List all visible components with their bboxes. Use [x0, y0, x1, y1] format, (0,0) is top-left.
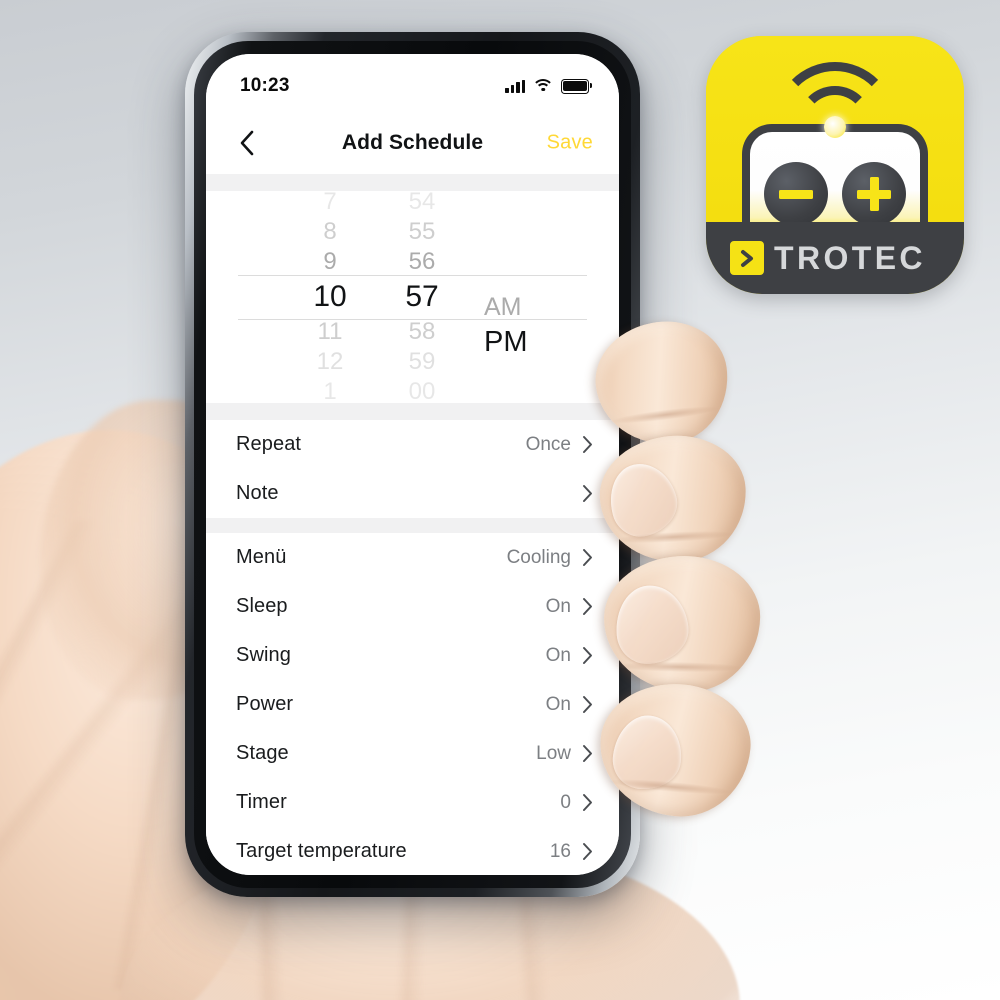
picker-item[interactable]: 12 — [317, 347, 344, 377]
row-value: On — [545, 644, 571, 666]
status-bar: 10:23 — [206, 54, 619, 112]
row-label: Sleep — [236, 595, 288, 617]
picker-selection-line-bottom — [238, 319, 587, 320]
row-value: 0 — [560, 791, 571, 813]
signal-dot-icon — [824, 116, 846, 138]
row-label: Swing — [236, 644, 291, 666]
settings-section-device: Menü Cooling Sleep On Swing On Power On … — [206, 533, 619, 875]
chevron-left-icon — [239, 129, 255, 157]
row-timer[interactable]: Timer 0 — [206, 778, 619, 827]
remote-body — [742, 124, 928, 236]
picker-item[interactable]: AM — [484, 292, 522, 322]
row-repeat[interactable]: Repeat Once — [206, 420, 619, 469]
brand-name: TROTEC — [774, 239, 926, 276]
phone-bezel: 10:23 Add Schedule Save 7 8 9 10 11 12 1… — [194, 41, 631, 888]
chevron-right-icon — [582, 548, 593, 567]
picker-item-selected[interactable]: 10 — [313, 277, 346, 317]
settings-section-schedule: Repeat Once Note — [206, 420, 619, 518]
row-label: Menü — [236, 546, 287, 568]
row-value: Cooling — [506, 546, 571, 568]
picker-item[interactable]: 1 — [323, 377, 336, 403]
picker-item[interactable]: 9 — [323, 247, 336, 277]
trotec-logo: TROTEC — [706, 222, 964, 294]
picker-item[interactable]: 59 — [409, 347, 436, 377]
row-menu[interactable]: Menü Cooling — [206, 533, 619, 582]
arrow-badge-icon — [730, 241, 764, 275]
chevron-right-icon — [582, 435, 593, 454]
minute-wheel[interactable]: 54 55 56 57 58 59 00 — [376, 191, 468, 403]
chevron-right-icon — [582, 695, 593, 714]
battery-icon — [561, 78, 592, 94]
row-swing[interactable]: Swing On — [206, 631, 619, 680]
row-power[interactable]: Power On — [206, 680, 619, 729]
row-label: Stage — [236, 742, 289, 764]
wifi-remote-control-icon — [706, 36, 964, 236]
row-note[interactable]: Note — [206, 469, 619, 518]
picker-selection-line-top — [238, 275, 587, 276]
chevron-right-icon — [582, 744, 593, 763]
hour-wheel[interactable]: 7 8 9 10 11 12 1 — [284, 191, 376, 403]
picker-item[interactable]: 11 — [318, 317, 343, 347]
picker-item[interactable]: 56 — [409, 247, 436, 277]
status-bar-icons — [505, 78, 592, 94]
chevron-right-icon — [582, 597, 593, 616]
chevron-right-icon — [582, 793, 593, 812]
time-picker[interactable]: 7 8 9 10 11 12 1 54 55 56 57 58 59 00 AM… — [206, 191, 619, 403]
chevron-right-icon — [582, 484, 593, 503]
minus-button-icon — [764, 162, 828, 226]
save-button[interactable]: Save — [547, 132, 593, 155]
picker-item[interactable]: 54 — [409, 191, 436, 217]
row-value: Low — [536, 742, 571, 764]
row-label: Note — [236, 482, 279, 504]
status-bar-time: 10:23 — [240, 75, 290, 96]
chevron-right-icon — [582, 842, 593, 861]
picker-item-selected[interactable]: 57 — [405, 277, 438, 317]
row-label: Power — [236, 693, 294, 715]
picker-item[interactable]: 7 — [323, 191, 336, 217]
period-wheel[interactable]: AM PM — [468, 232, 584, 362]
fingernail — [612, 582, 692, 667]
phone-screen: 10:23 Add Schedule Save 7 8 9 10 11 12 1… — [206, 54, 619, 875]
lower-palm-creases — [160, 880, 700, 1000]
row-value: Once — [525, 433, 571, 455]
picker-item[interactable]: 00 — [409, 377, 436, 403]
navigation-bar: Add Schedule Save — [206, 112, 619, 174]
picker-item[interactable]: 55 — [409, 217, 436, 247]
trotec-app-icon[interactable]: TROTEC — [706, 36, 964, 294]
row-value: On — [545, 595, 571, 617]
row-value: 16 — [549, 840, 571, 862]
chevron-right-icon — [582, 646, 593, 665]
picker-item[interactable]: 58 — [409, 317, 436, 347]
row-stage[interactable]: Stage Low — [206, 729, 619, 778]
section-divider — [206, 403, 619, 420]
smartphone-frame: 10:23 Add Schedule Save 7 8 9 10 11 12 1… — [185, 32, 640, 897]
row-label: Timer — [236, 791, 287, 813]
row-label: Target temperature — [236, 840, 407, 862]
signal-bars-icon — [505, 79, 525, 93]
wifi-icon — [532, 79, 554, 93]
screenshot-scene: 10:23 Add Schedule Save 7 8 9 10 11 12 1… — [0, 0, 1000, 1000]
row-value: On — [545, 693, 571, 715]
section-divider — [206, 518, 619, 533]
row-sleep[interactable]: Sleep On — [206, 582, 619, 631]
back-button[interactable] — [232, 128, 262, 158]
fingernail — [601, 456, 685, 543]
section-divider — [206, 174, 619, 191]
picker-item[interactable]: 8 — [323, 217, 336, 247]
plus-button-icon — [842, 162, 906, 226]
row-target-temperature[interactable]: Target temperature 16 — [206, 827, 619, 875]
row-label: Repeat — [236, 433, 302, 455]
picker-item-selected[interactable]: PM — [484, 322, 528, 362]
